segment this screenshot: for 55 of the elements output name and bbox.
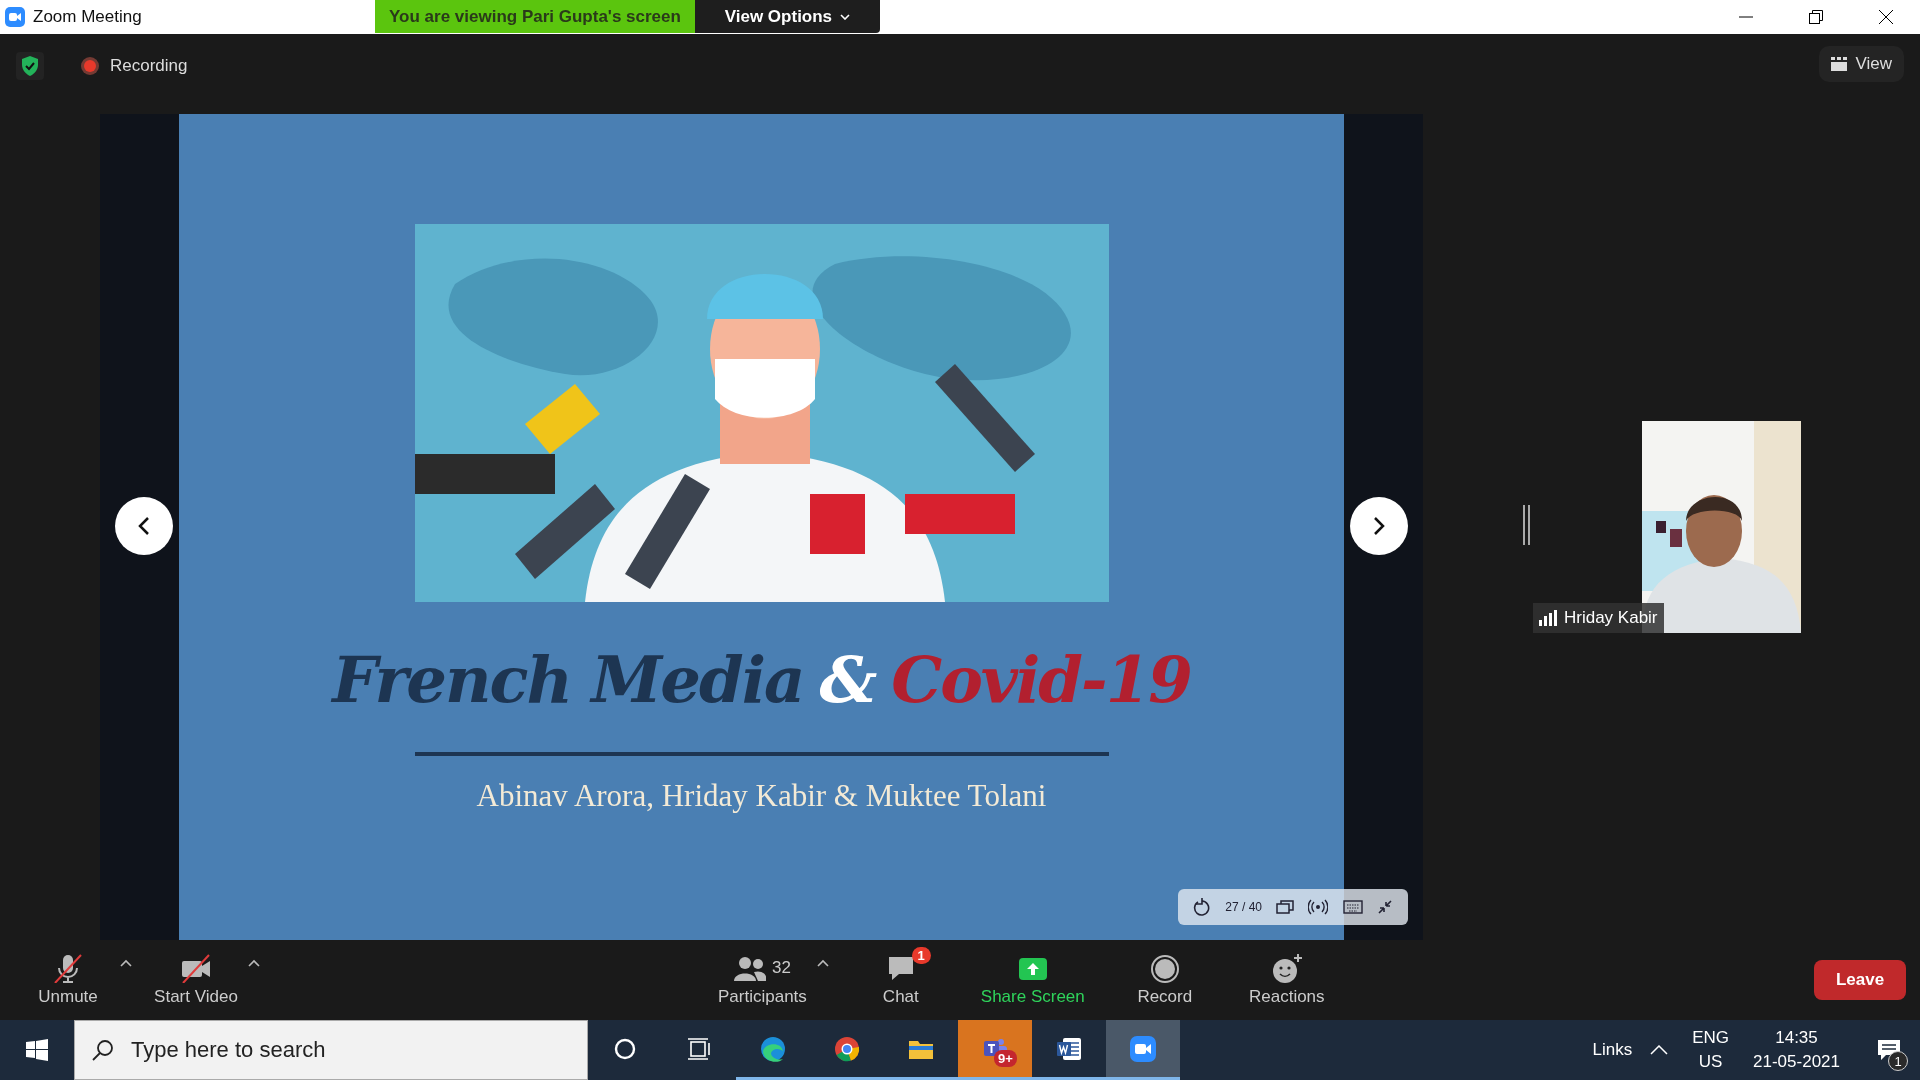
search-icon xyxy=(92,1039,114,1061)
video-camera-icon xyxy=(1129,1034,1157,1063)
chrome-browser-icon xyxy=(833,1034,861,1063)
signal-icon xyxy=(1539,610,1557,626)
taskbar-app-button[interactable] xyxy=(1106,1020,1180,1080)
participant-name: Hriday Kabir xyxy=(1564,608,1658,628)
gallery-icon xyxy=(1831,57,1848,71)
slides-icon[interactable] xyxy=(1276,899,1295,915)
notifications-button[interactable]: 1 xyxy=(1864,1025,1914,1075)
keyboard-icon[interactable] xyxy=(1342,900,1363,914)
slide-title-text: Covid-19 xyxy=(891,648,1191,712)
notification-badge: 1 xyxy=(911,947,931,964)
caret-up-icon[interactable] xyxy=(120,959,132,967)
chat-button[interactable]: 1 Chat xyxy=(850,949,951,1011)
taskbar-app-button[interactable]: 9+ xyxy=(958,1020,1032,1080)
caret-up-icon[interactable] xyxy=(816,959,829,967)
resize-handle[interactable] xyxy=(1523,505,1530,545)
caret-icon xyxy=(840,13,851,20)
share-button[interactable]: Share Screen xyxy=(972,949,1093,1011)
chevron-right-icon xyxy=(1373,516,1385,536)
recording-label: Recording xyxy=(110,56,188,76)
broadcast-icon[interactable] xyxy=(1308,899,1329,915)
edge-browser-icon xyxy=(759,1034,787,1063)
slide-title-text: French Media xyxy=(332,648,804,712)
mic-button[interactable]: Unmute xyxy=(18,949,118,1011)
previous-slide-button[interactable] xyxy=(115,497,173,555)
slide-authors: Abinav Arora, Hriday Kabir & Muktee Tolani xyxy=(476,778,1047,814)
view-options-button[interactable]: View Options xyxy=(694,0,880,33)
clock[interactable]: 14:35 21-05-2021 xyxy=(1753,1028,1840,1072)
view-button[interactable]: View xyxy=(1819,46,1904,82)
record-button[interactable]: Record xyxy=(1114,949,1215,1011)
links-toolbar-label[interactable]: Links xyxy=(1592,1040,1633,1060)
next-slide-button[interactable] xyxy=(1350,497,1408,555)
close-icon[interactable] xyxy=(1878,9,1894,25)
search-field[interactable]: Type here to search xyxy=(74,1020,588,1080)
reactions-button[interactable]: Reactions xyxy=(1236,949,1337,1011)
video-button[interactable]: Start Video xyxy=(146,949,246,1011)
notification-badge: 1 xyxy=(1888,1051,1908,1071)
shield-icon[interactable] xyxy=(16,52,44,80)
collapse-icon[interactable] xyxy=(1376,899,1393,915)
share-banner: You are viewing Pari Gupta's screen xyxy=(375,0,695,33)
caret-up-icon[interactable] xyxy=(248,959,260,967)
recording-dot-icon xyxy=(80,56,100,76)
leave-button[interactable]: Leave xyxy=(1814,960,1906,1000)
zoom-logo-icon xyxy=(5,7,25,27)
windows-logo-icon[interactable] xyxy=(26,1039,48,1061)
participant-count: 32 xyxy=(771,958,791,978)
participants-button[interactable]: 32 Participants xyxy=(710,949,815,1011)
page-counter: 27 / 40 xyxy=(1225,900,1262,914)
language-indicator[interactable]: ENG US xyxy=(1692,1028,1730,1072)
window-title: Zoom Meeting xyxy=(33,7,142,27)
slide-title-text: & xyxy=(819,648,876,712)
restore-icon[interactable] xyxy=(1808,9,1824,25)
notification-badge: 9+ xyxy=(994,1050,1017,1067)
chevron-left-icon xyxy=(138,516,150,536)
